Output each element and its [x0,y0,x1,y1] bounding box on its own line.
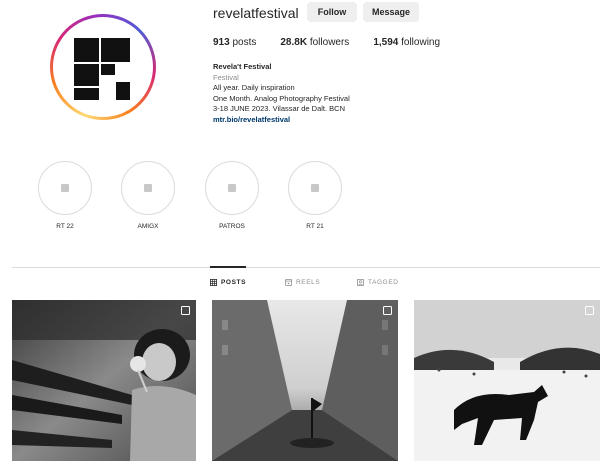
post-thumbnail[interactable] [212,300,398,461]
profile-avatar[interactable] [50,14,156,120]
highlight-label: PATROS [219,223,245,230]
profile-page: revelatfestival Follow Message 913 posts… [0,0,605,461]
multi-post-icon [383,306,392,315]
message-button[interactable]: Message [363,2,419,22]
bio-line: All year. Daily inspiration [213,83,295,92]
profile-display-name: Revela't Festival [213,62,272,71]
profile-bio: Revela't Festival Festival All year. Dai… [213,62,350,125]
post-thumbnail[interactable] [414,300,600,461]
posts-stat: 913 posts [213,37,257,48]
image-placeholder-icon [144,184,152,192]
profile-stats: 913 posts 28.8K followers 1,594 followin… [213,37,464,48]
tagged-icon [357,279,364,286]
following-stat[interactable]: 1,594 following [373,37,440,48]
bio-line: One Month. Analog Photography Festival [213,93,350,103]
highlight-label: RT 22 [56,223,74,230]
highlight-cover [121,161,175,215]
post-image [12,300,196,461]
highlight-label: RT 21 [306,223,324,230]
highlight-rt22[interactable]: RT 22 [37,161,93,230]
profile-username: revelatfestival [213,5,299,21]
followers-stat[interactable]: 28.8K followers [280,37,349,48]
tab-posts[interactable]: POSTS [210,279,246,286]
highlight-amigx[interactable]: AMIGX [120,161,176,230]
highlight-rt21[interactable]: RT 21 [287,161,343,230]
grid-icon [210,279,217,286]
bio-line: 3-18 JUNE 2023. Vilassar de Dalt. BCN [213,104,346,113]
highlight-label: AMIGX [137,223,159,230]
multi-post-icon [585,306,594,315]
post-image [414,300,600,461]
tab-reels[interactable]: REELS [285,279,320,286]
profile-category: Festival [213,72,239,82]
post-thumbnail[interactable] [12,300,196,461]
bio-link[interactable]: mtr.bio/revelatfestival [213,115,350,126]
post-image [212,300,398,461]
highlight-patros[interactable]: PATROS [204,161,260,230]
highlight-cover [288,161,342,215]
multi-post-icon [181,306,190,315]
reels-icon [285,279,292,286]
tab-tagged[interactable]: TAGGED [357,279,399,286]
highlight-cover [205,161,259,215]
highlight-cover [38,161,92,215]
tabs-divider [12,267,600,268]
revelat-logo-icon [56,20,150,114]
image-placeholder-icon [61,184,69,192]
image-placeholder-icon [311,184,319,192]
active-tab-indicator [210,266,246,268]
image-placeholder-icon [228,184,236,192]
follow-button[interactable]: Follow [307,2,357,22]
